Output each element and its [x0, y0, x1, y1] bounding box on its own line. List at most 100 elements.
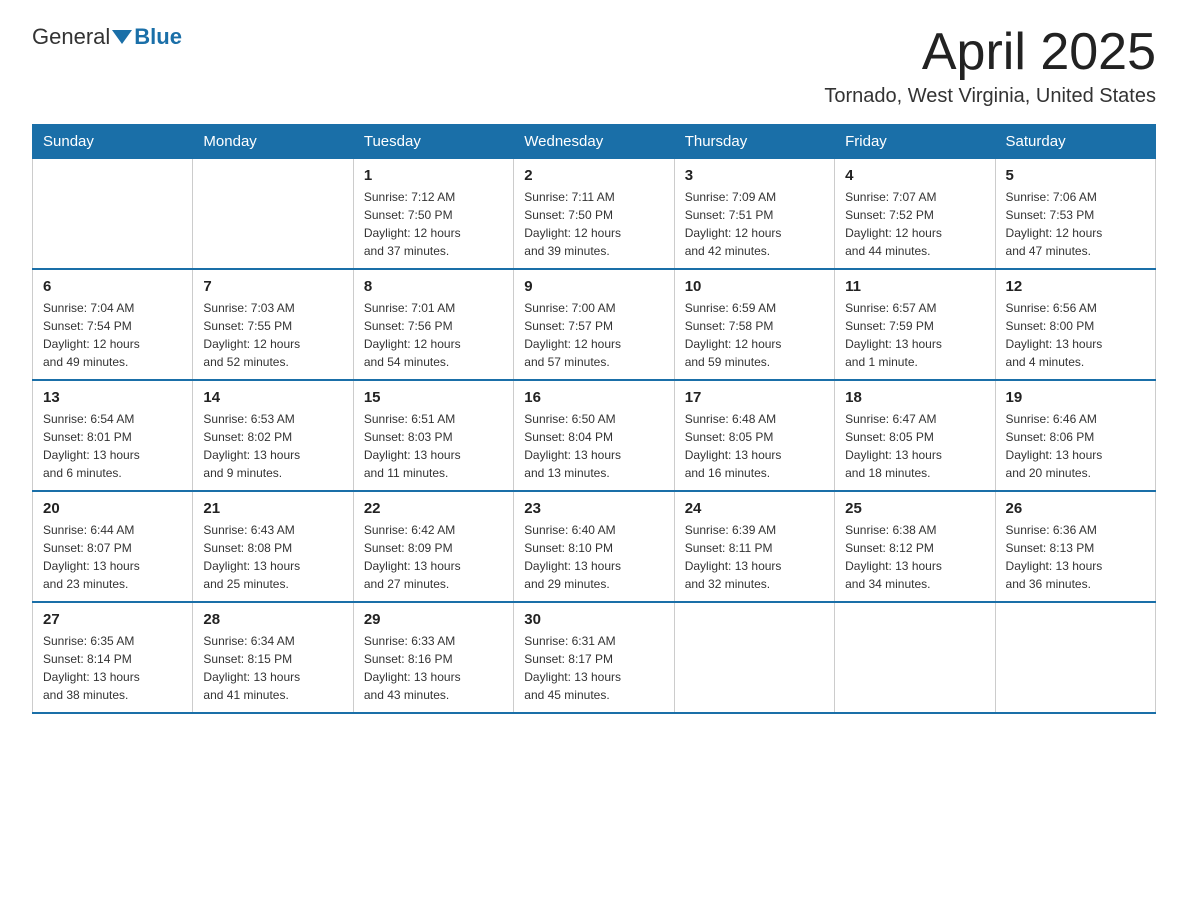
day-info: Sunrise: 6:46 AM Sunset: 8:06 PM Dayligh…	[1006, 410, 1145, 482]
day-number: 26	[1006, 500, 1145, 517]
month-title: April 2025	[824, 24, 1156, 81]
weekday-header: Thursday	[674, 125, 834, 159]
calendar-cell: 20 Sunrise: 6:44 AM Sunset: 8:07 PM Dayli…	[33, 491, 193, 602]
calendar-week-row: 27 Sunrise: 6:35 AM Sunset: 8:14 PM Dayli…	[33, 602, 1156, 713]
day-info: Sunrise: 7:09 AM Sunset: 7:51 PM Dayligh…	[685, 188, 824, 260]
day-number: 4	[845, 167, 984, 184]
day-number: 1	[364, 167, 503, 184]
calendar-cell: 8 Sunrise: 7:01 AM Sunset: 7:56 PM Daylig…	[353, 269, 513, 380]
day-info: Sunrise: 6:48 AM Sunset: 8:05 PM Dayligh…	[685, 410, 824, 482]
calendar-cell: 3 Sunrise: 7:09 AM Sunset: 7:51 PM Daylig…	[674, 159, 834, 270]
day-number: 15	[364, 389, 503, 406]
day-number: 29	[364, 611, 503, 628]
calendar-cell: 10Sunrise: 6:59 AM Sunset: 7:58 PM Dayli…	[674, 269, 834, 380]
day-number: 20	[43, 500, 182, 517]
calendar-cell: 6 Sunrise: 7:04 AM Sunset: 7:54 PM Daylig…	[33, 269, 193, 380]
calendar-week-row: 1 Sunrise: 7:12 AM Sunset: 7:50 PM Daylig…	[33, 159, 1156, 270]
calendar-cell: 21 Sunrise: 6:43 AM Sunset: 8:08 PM Dayli…	[193, 491, 353, 602]
calendar-header-row: SundayMondayTuesdayWednesdayThursdayFrid…	[33, 125, 1156, 159]
day-info: Sunrise: 6:51 AM Sunset: 8:03 PM Dayligh…	[364, 410, 503, 482]
day-info: Sunrise: 6:56 AM Sunset: 8:00 PM Dayligh…	[1006, 299, 1145, 371]
calendar-cell: 25Sunrise: 6:38 AM Sunset: 8:12 PM Dayli…	[835, 491, 995, 602]
calendar-week-row: 20 Sunrise: 6:44 AM Sunset: 8:07 PM Dayli…	[33, 491, 1156, 602]
calendar-cell: 4 Sunrise: 7:07 AM Sunset: 7:52 PM Daylig…	[835, 159, 995, 270]
weekday-header: Wednesday	[514, 125, 674, 159]
day-info: Sunrise: 7:07 AM Sunset: 7:52 PM Dayligh…	[845, 188, 984, 260]
title-section: April 2025 Tornado, West Virginia, Unite…	[824, 24, 1156, 108]
day-info: Sunrise: 7:06 AM Sunset: 7:53 PM Dayligh…	[1006, 188, 1145, 260]
day-info: Sunrise: 6:33 AM Sunset: 8:16 PM Dayligh…	[364, 632, 503, 704]
calendar-cell: 14Sunrise: 6:53 AM Sunset: 8:02 PM Dayli…	[193, 380, 353, 491]
day-info: Sunrise: 6:43 AM Sunset: 8:08 PM Dayligh…	[203, 521, 342, 593]
calendar-cell: 28 Sunrise: 6:34 AM Sunset: 8:15 PM Dayli…	[193, 602, 353, 713]
day-info: Sunrise: 7:11 AM Sunset: 7:50 PM Dayligh…	[524, 188, 663, 260]
day-info: Sunrise: 7:01 AM Sunset: 7:56 PM Dayligh…	[364, 299, 503, 371]
day-number: 2	[524, 167, 663, 184]
day-number: 27	[43, 611, 182, 628]
day-number: 16	[524, 389, 663, 406]
calendar-cell: 1 Sunrise: 7:12 AM Sunset: 7:50 PM Daylig…	[353, 159, 513, 270]
calendar-week-row: 13Sunrise: 6:54 AM Sunset: 8:01 PM Dayli…	[33, 380, 1156, 491]
page-header: General Blue April 2025 Tornado, West Vi…	[32, 24, 1156, 108]
calendar-cell: 30 Sunrise: 6:31 AM Sunset: 8:17 PM Dayli…	[514, 602, 674, 713]
calendar-cell: 24Sunrise: 6:39 AM Sunset: 8:11 PM Dayli…	[674, 491, 834, 602]
calendar-cell: 5 Sunrise: 7:06 AM Sunset: 7:53 PM Daylig…	[995, 159, 1155, 270]
day-info: Sunrise: 6:35 AM Sunset: 8:14 PM Dayligh…	[43, 632, 182, 704]
day-number: 3	[685, 167, 824, 184]
weekday-header: Friday	[835, 125, 995, 159]
day-number: 11	[845, 278, 984, 295]
weekday-header: Saturday	[995, 125, 1155, 159]
day-number: 17	[685, 389, 824, 406]
day-info: Sunrise: 7:00 AM Sunset: 7:57 PM Dayligh…	[524, 299, 663, 371]
calendar-cell: 11 Sunrise: 6:57 AM Sunset: 7:59 PM Dayli…	[835, 269, 995, 380]
day-number: 5	[1006, 167, 1145, 184]
calendar-cell: 2 Sunrise: 7:11 AM Sunset: 7:50 PM Daylig…	[514, 159, 674, 270]
calendar-cell: 9 Sunrise: 7:00 AM Sunset: 7:57 PM Daylig…	[514, 269, 674, 380]
calendar-table: SundayMondayTuesdayWednesdayThursdayFrid…	[32, 124, 1156, 714]
day-number: 25	[845, 500, 984, 517]
calendar-cell	[674, 602, 834, 713]
calendar-cell: 13Sunrise: 6:54 AM Sunset: 8:01 PM Dayli…	[33, 380, 193, 491]
day-info: Sunrise: 6:57 AM Sunset: 7:59 PM Dayligh…	[845, 299, 984, 371]
logo-arrow-icon	[112, 30, 132, 44]
day-number: 23	[524, 500, 663, 517]
day-info: Sunrise: 6:47 AM Sunset: 8:05 PM Dayligh…	[845, 410, 984, 482]
day-info: Sunrise: 6:50 AM Sunset: 8:04 PM Dayligh…	[524, 410, 663, 482]
day-number: 8	[364, 278, 503, 295]
calendar-cell: 19Sunrise: 6:46 AM Sunset: 8:06 PM Dayli…	[995, 380, 1155, 491]
calendar-cell: 12 Sunrise: 6:56 AM Sunset: 8:00 PM Dayli…	[995, 269, 1155, 380]
logo-general-text: General	[32, 24, 110, 50]
weekday-header: Monday	[193, 125, 353, 159]
day-number: 24	[685, 500, 824, 517]
day-number: 30	[524, 611, 663, 628]
logo-blue-text: Blue	[134, 24, 182, 50]
calendar-cell: 29 Sunrise: 6:33 AM Sunset: 8:16 PM Dayli…	[353, 602, 513, 713]
logo: General Blue	[32, 24, 182, 50]
calendar-cell	[835, 602, 995, 713]
day-info: Sunrise: 7:03 AM Sunset: 7:55 PM Dayligh…	[203, 299, 342, 371]
weekday-header: Sunday	[33, 125, 193, 159]
location-title: Tornado, West Virginia, United States	[824, 85, 1156, 108]
day-number: 6	[43, 278, 182, 295]
calendar-cell: 7Sunrise: 7:03 AM Sunset: 7:55 PM Daylig…	[193, 269, 353, 380]
day-info: Sunrise: 6:54 AM Sunset: 8:01 PM Dayligh…	[43, 410, 182, 482]
calendar-cell: 23 Sunrise: 6:40 AM Sunset: 8:10 PM Dayli…	[514, 491, 674, 602]
day-number: 18	[845, 389, 984, 406]
day-info: Sunrise: 6:31 AM Sunset: 8:17 PM Dayligh…	[524, 632, 663, 704]
calendar-cell: 16 Sunrise: 6:50 AM Sunset: 8:04 PM Dayli…	[514, 380, 674, 491]
calendar-cell	[33, 159, 193, 270]
day-info: Sunrise: 7:12 AM Sunset: 7:50 PM Dayligh…	[364, 188, 503, 260]
day-info: Sunrise: 6:34 AM Sunset: 8:15 PM Dayligh…	[203, 632, 342, 704]
calendar-cell: 18 Sunrise: 6:47 AM Sunset: 8:05 PM Dayli…	[835, 380, 995, 491]
day-number: 22	[364, 500, 503, 517]
day-number: 12	[1006, 278, 1145, 295]
day-info: Sunrise: 6:44 AM Sunset: 8:07 PM Dayligh…	[43, 521, 182, 593]
day-info: Sunrise: 6:42 AM Sunset: 8:09 PM Dayligh…	[364, 521, 503, 593]
day-info: Sunrise: 7:04 AM Sunset: 7:54 PM Dayligh…	[43, 299, 182, 371]
calendar-cell	[193, 159, 353, 270]
day-number: 9	[524, 278, 663, 295]
day-number: 21	[203, 500, 342, 517]
day-number: 28	[203, 611, 342, 628]
day-info: Sunrise: 6:40 AM Sunset: 8:10 PM Dayligh…	[524, 521, 663, 593]
day-number: 10	[685, 278, 824, 295]
